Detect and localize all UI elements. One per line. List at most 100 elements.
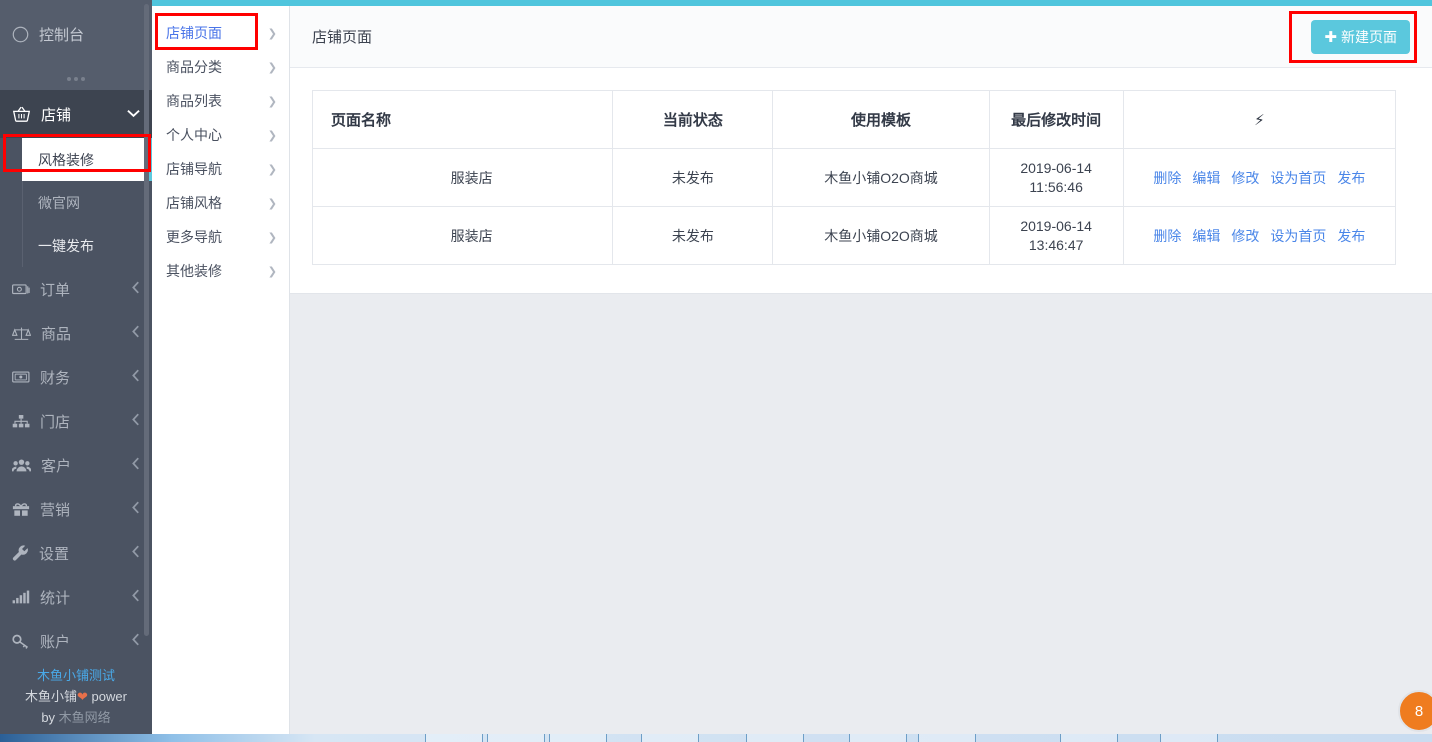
sidebar-item-statistics[interactable]: 统计 [0,575,152,619]
action-publish[interactable]: 发布 [1337,168,1365,188]
sidebar-group-shop[interactable]: 店铺 [0,90,152,138]
submenu-item-shop-style[interactable]: 店铺风格 ❯ [152,186,289,220]
os-taskbar[interactable] [0,734,1432,742]
sidebar-scrollbar[interactable] [144,4,149,636]
footer-by-text: by [41,710,59,725]
sidebar-item-products[interactable]: 商品 [0,311,152,355]
footer-shop-name[interactable]: 木鱼小铺测试 [0,665,152,686]
submenu-item-label: 商品列表 [166,93,222,109]
sidebar-item-stores[interactable]: 门店 [0,399,152,443]
submenu-item-other-decoration[interactable]: 其他装修 ❯ [152,254,289,288]
cell-date: 2019-06-14 [1020,217,1092,234]
banknote-icon [12,370,30,384]
row-action-links: 删除 编辑 修改 设为首页 发布 [1124,168,1395,188]
column-header-actions-lightning-icon: ⚡ [1123,90,1396,149]
chevron-left-icon [132,369,140,385]
chevron-right-icon: ❯ [267,197,277,210]
submenu-item-product-list[interactable]: 商品列表 ❯ [152,84,289,118]
chevron-right-icon: ❯ [267,95,277,108]
users-icon [12,458,31,473]
floating-support-widget[interactable]: 8 [1398,690,1432,732]
cell-page-name: 服装店 [312,148,614,207]
chevron-right-icon: ❯ [267,27,277,40]
new-page-button[interactable]: ✚ 新建页面 [1311,19,1410,54]
chevron-left-icon [132,545,140,561]
submenu-item-label: 店铺风格 [166,195,222,211]
submenu-item-label: 商品分类 [166,59,222,75]
cell-date: 2019-06-14 [1020,159,1092,176]
sidebar-item-label: 账户 [40,633,71,651]
sidebar-item-finance[interactable]: 财务 [0,355,152,399]
sidebar-subitem-label: 风格装修 [38,151,94,168]
sidebar-item-settings[interactable]: 设置 [0,531,152,575]
sidebar-subitem-label: 微官网 [38,194,80,211]
chevron-right-icon: ❯ [267,231,277,244]
cell-actions: 删除 编辑 修改 设为首页 发布 [1123,148,1396,207]
action-modify[interactable]: 修改 [1231,226,1259,246]
footer-powered-line: 木鱼小铺❤ power [0,686,152,707]
left-sidebar: 控制台 店铺 风格装修 微官网 一键发布 订单 商品 财务 门店 客户 营销 设… [0,0,152,742]
floating-widget-label: 8 [1414,702,1424,720]
sidebar-subitem-label: 一键发布 [38,237,94,254]
action-set-homepage[interactable]: 设为首页 [1270,168,1326,188]
action-edit[interactable]: 编辑 [1192,226,1220,246]
sidebar-subitem-style-decoration[interactable]: 风格装修 [22,138,152,181]
action-edit[interactable]: 编辑 [1192,168,1220,188]
column-header-status: 当前状态 [612,90,774,149]
sidebar-item-orders[interactable]: 订单 [0,267,152,311]
column-header-last-modified: 最后修改时间 [989,90,1124,149]
column-header-page-name: 页面名称 [312,90,614,149]
cell-status: 未发布 [612,206,774,265]
chevron-left-icon [132,589,140,605]
sidebar-item-marketing[interactable]: 营销 [0,487,152,531]
action-delete[interactable]: 删除 [1153,168,1181,188]
table-row: 服装店 未发布 木鱼小铺O2O商城 2019-06-14 11:56:46 删除… [312,148,1396,207]
plus-icon: ✚ [1324,28,1337,46]
chevron-left-icon [132,457,140,473]
action-modify[interactable]: 修改 [1231,168,1259,188]
pages-card: 店铺页面 ✚ 新建页面 页面名称 当前状态 使用模板 最后修改时间 ⚡ 服装店 … [290,6,1432,294]
sidebar-subitem-micro-site[interactable]: 微官网 [0,181,152,224]
submenu-item-product-category[interactable]: 商品分类 ❯ [152,50,289,84]
sidebar-item-label: 客户 [41,457,72,475]
footer-by-line: by 木鱼网络 [0,707,152,728]
submenu-item-shop-pages[interactable]: 店铺页面 ❯ [152,16,289,50]
submenu-item-label: 更多导航 [166,229,222,245]
action-set-homepage[interactable]: 设为首页 [1270,226,1326,246]
sidebar-item-dashboard[interactable]: 控制台 [0,0,152,68]
pages-table: 页面名称 当前状态 使用模板 最后修改时间 ⚡ 服装店 未发布 木鱼小铺O2O商… [312,90,1396,265]
submenu-item-label: 店铺页面 [166,25,222,41]
cell-template: 木鱼小铺O2O商城 [772,148,990,207]
action-publish[interactable]: 发布 [1337,226,1365,246]
submenu-item-personal-center[interactable]: 个人中心 ❯ [152,118,289,152]
app-root: 控制台 店铺 风格装修 微官网 一键发布 订单 商品 财务 门店 客户 营销 设… [0,0,1432,742]
table-header-row: 页面名称 当前状态 使用模板 最后修改时间 ⚡ [312,90,1396,149]
cell-last-modified: 2019-06-14 13:46:47 [989,206,1124,265]
sidebar-item-customers[interactable]: 客户 [0,443,152,487]
submenu-item-shop-navigation[interactable]: 店铺导航 ❯ [152,152,289,186]
row-action-links: 删除 编辑 修改 设为首页 发布 [1124,226,1395,246]
cell-time: 11:56:46 [1029,178,1083,195]
sidebar-subitems-shop: 风格装修 微官网 一键发布 [0,138,152,267]
table-head: 页面名称 当前状态 使用模板 最后修改时间 ⚡ [312,90,1396,149]
action-delete[interactable]: 删除 [1153,226,1181,246]
cell-actions: 删除 编辑 修改 设为首页 发布 [1123,207,1395,265]
sidebar-item-label: 设置 [39,545,70,563]
submenu-item-more-navigation[interactable]: 更多导航 ❯ [152,220,289,254]
cell-template: 木鱼小铺O2O商城 [772,206,990,265]
sidebar-item-account[interactable]: 账户 [0,619,152,663]
sidebar-item-label: 控制台 [39,26,85,44]
sidebar-subitem-one-click-publish[interactable]: 一键发布 [0,224,152,267]
scales-icon [12,326,31,341]
chevron-left-icon [132,281,140,297]
chevron-left-icon [132,325,140,341]
table-body: 服装店 未发布 木鱼小铺O2O商城 2019-06-14 11:56:46 删除… [312,148,1396,265]
sidebar-item-label: 统计 [40,589,71,607]
cell-status: 未发布 [612,148,774,207]
chevron-right-icon: ❯ [267,129,277,142]
chevron-left-icon [132,633,140,649]
compass-icon [12,26,29,43]
table-container: 页面名称 当前状态 使用模板 最后修改时间 ⚡ 服装店 未发布 木鱼小铺O2O商… [290,68,1432,293]
basket-icon [12,105,31,123]
money-icon [12,282,30,296]
